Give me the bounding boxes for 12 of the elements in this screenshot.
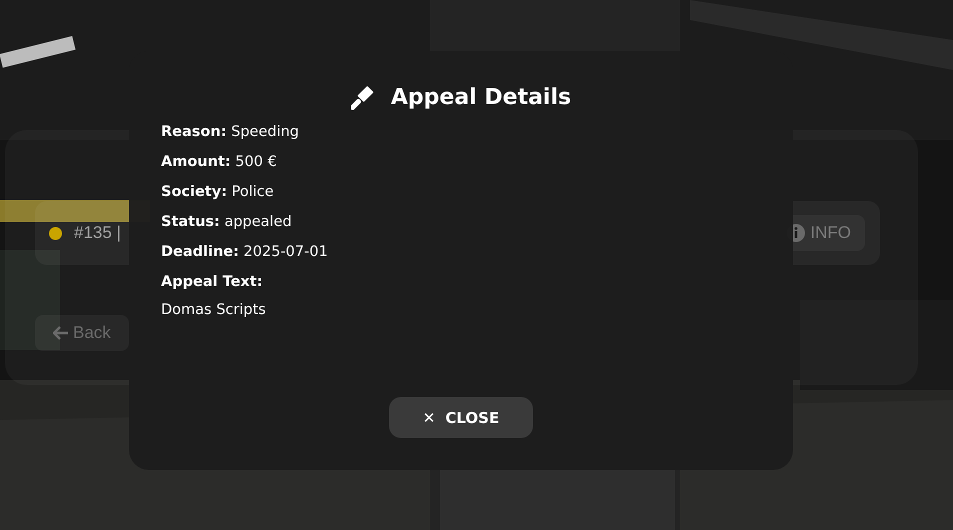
detail-label: Appeal Text: [161,274,264,290]
detail-line: Amount: 500 € [161,154,278,170]
back-button[interactable]: Back [35,315,129,351]
appeal-summary: #135 | [74,223,121,242]
arrow-left-icon [53,326,69,340]
detail-line: Status: appealed [161,214,293,230]
close-button[interactable]: ✕ CLOSE [389,397,533,438]
detail-line: Reason: Speeding [161,124,300,140]
detail-line: Deadline: 2025-07-01 [161,244,329,260]
modal-title: Appeal Details [390,85,572,110]
detail-line: Society: Police [161,184,275,200]
appeal-text: Domas Scripts [161,302,267,318]
